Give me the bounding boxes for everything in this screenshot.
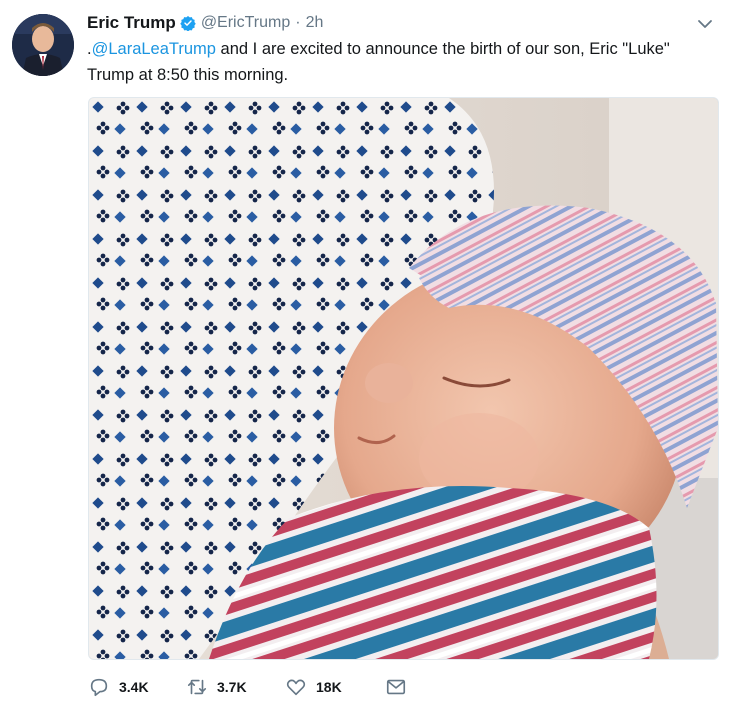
tweet-card[interactable]: Eric Trump @EricTrump · 2h .@LaraLeaTrum… — [0, 0, 735, 720]
tweet-photo[interactable] — [88, 97, 719, 660]
reply-count: 3.4K — [119, 679, 149, 695]
heart-icon — [286, 679, 306, 696]
like-button[interactable]: 18K — [285, 676, 342, 698]
tweet-text: .@LaraLeaTrump and I are excited to anno… — [87, 36, 717, 88]
reply-button[interactable]: 3.4K — [88, 676, 149, 698]
tweet-header: Eric Trump @EricTrump · 2h — [87, 11, 323, 35]
envelope-icon — [386, 679, 406, 695]
avatar[interactable] — [12, 14, 74, 76]
author-handle[interactable]: @EricTrump — [201, 14, 290, 32]
retweet-button[interactable]: 3.7K — [186, 676, 247, 698]
chevron-down-icon[interactable] — [696, 15, 714, 33]
separator-dot: · — [295, 14, 301, 31]
verified-badge-icon — [180, 15, 196, 31]
mention-link[interactable]: @LaraLeaTrump — [92, 40, 216, 58]
author-name[interactable]: Eric Trump — [87, 13, 176, 33]
baby-photo-illustration — [89, 98, 718, 659]
like-count: 18K — [316, 679, 342, 695]
reply-bubble-icon — [90, 678, 108, 697]
direct-message-button[interactable] — [385, 676, 407, 698]
retweet-icon — [187, 679, 207, 695]
timestamp[interactable]: 2h — [306, 14, 324, 32]
retweet-count: 3.7K — [217, 679, 247, 695]
